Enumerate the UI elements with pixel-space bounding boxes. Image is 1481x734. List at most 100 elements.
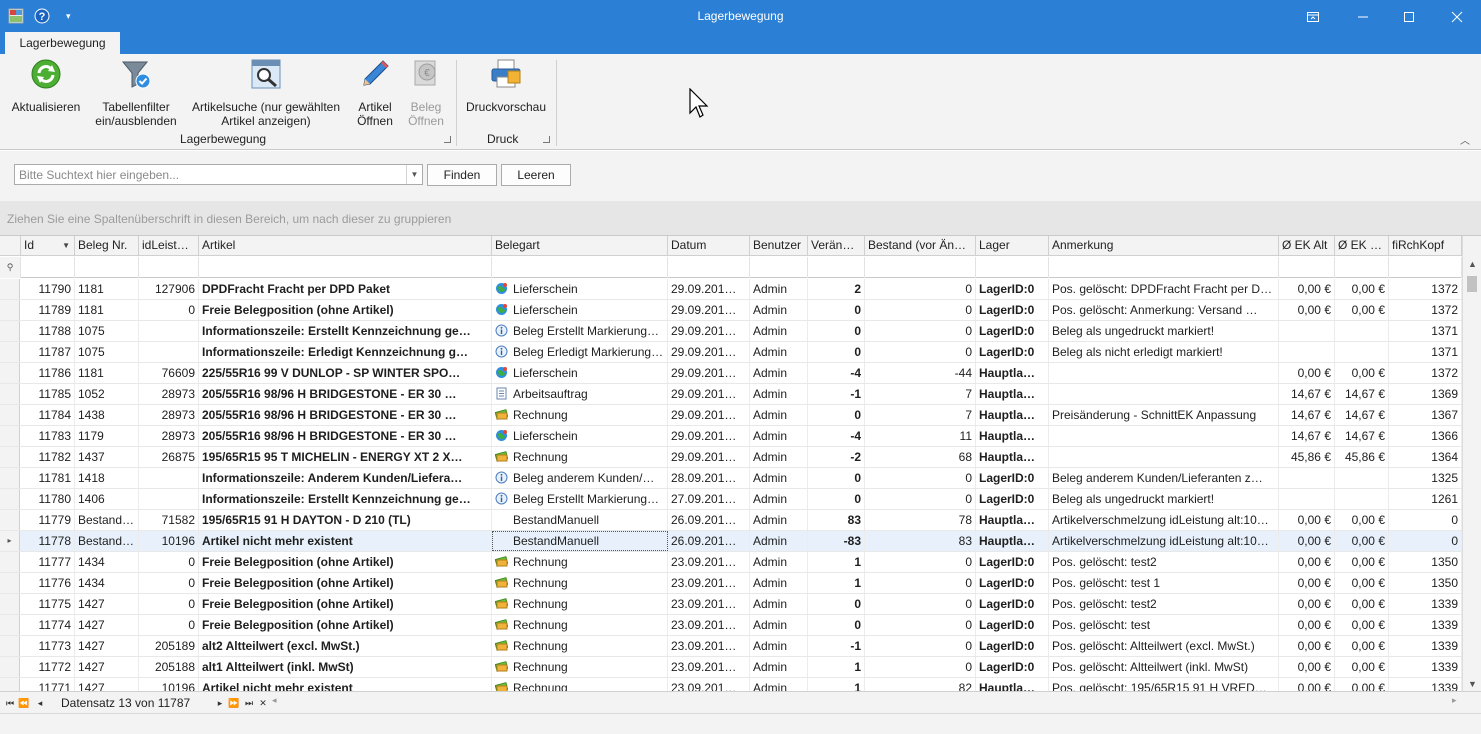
- cell-datum[interactable]: 29.09.201…: [668, 405, 750, 425]
- cell-id[interactable]: 11790: [21, 279, 75, 299]
- nav-next-icon[interactable]: ▸: [213, 695, 227, 711]
- cell-bestand[interactable]: 7: [865, 405, 976, 425]
- scroll-thumb[interactable]: [1467, 276, 1477, 292]
- cell-artikel[interactable]: 205/55R16 98/96 H BRIDGESTONE - ER 30 …: [199, 384, 492, 404]
- table-row[interactable]: 11781 1418 Informationszeile: Anderem Kund…: [0, 468, 1462, 489]
- cell-benutzer[interactable]: Admin: [750, 552, 808, 572]
- row-indicator[interactable]: [0, 342, 20, 362]
- find-button[interactable]: Finden: [427, 164, 497, 186]
- row-indicator[interactable]: [0, 300, 20, 320]
- cell-ek[interactable]: [1335, 468, 1389, 488]
- row-indicator[interactable]: [0, 447, 20, 467]
- cell-ek-alt[interactable]: 14,67 €: [1279, 426, 1335, 446]
- cell-beleg-nr[interactable]: 1427: [75, 636, 139, 656]
- cell-bestand[interactable]: 78: [865, 510, 976, 530]
- header-col-beleg-nr[interactable]: Beleg Nr.: [75, 236, 139, 256]
- clear-button[interactable]: Leeren: [501, 164, 571, 186]
- cell-bestand[interactable]: 0: [865, 594, 976, 614]
- cell-benutzer[interactable]: Admin: [750, 447, 808, 467]
- cell-id[interactable]: 11781: [21, 468, 75, 488]
- cell-veraenderung[interactable]: 1: [808, 573, 865, 593]
- table-row[interactable]: 11773 1427 205189 alt2 Altteilwert (excl. M…: [0, 636, 1462, 657]
- cell-beleg-nr[interactable]: Bestand…: [75, 531, 139, 551]
- header-col-benutzer[interactable]: Benutzer: [750, 236, 808, 256]
- cell-beleg-nr[interactable]: 1181: [75, 279, 139, 299]
- row-indicator[interactable]: [0, 468, 20, 488]
- cell-idleistung[interactable]: 28973: [139, 384, 199, 404]
- cell-idleistung[interactable]: [139, 342, 199, 362]
- cell-ek[interactable]: 0,00 €: [1335, 552, 1389, 572]
- cell-artikel[interactable]: 205/55R16 98/96 H BRIDGESTONE - ER 30 …: [199, 405, 492, 425]
- cell-veraenderung[interactable]: 0: [808, 342, 865, 362]
- cell-ek-alt[interactable]: 0,00 €: [1279, 636, 1335, 656]
- cell-lager[interactable]: Hauptla…: [976, 363, 1049, 383]
- cell-firchkopf[interactable]: 1339: [1389, 636, 1462, 656]
- cell-artikel[interactable]: 195/65R15 95 T MICHELIN - ENERGY XT 2 X…: [199, 447, 492, 467]
- cell-idleistung[interactable]: 0: [139, 594, 199, 614]
- cell-datum[interactable]: 28.09.201…: [668, 468, 750, 488]
- header-col-bestand[interactable]: Bestand (vor Än…: [865, 236, 976, 256]
- cell-firchkopf[interactable]: 1364: [1389, 447, 1462, 467]
- header-col-artikel[interactable]: Artikel: [199, 236, 492, 256]
- cell-lager[interactable]: Hauptla…: [976, 510, 1049, 530]
- cell-id[interactable]: 11776: [21, 573, 75, 593]
- cell-id[interactable]: 11773: [21, 636, 75, 656]
- cell-anmerkung[interactable]: [1049, 426, 1279, 446]
- cell-lager[interactable]: Hauptla…: [976, 531, 1049, 551]
- cell-firchkopf[interactable]: 1369: [1389, 384, 1462, 404]
- collapse-ribbon-icon[interactable]: ︿: [1460, 132, 1470, 147]
- cell-veraenderung[interactable]: 1: [808, 657, 865, 677]
- cell-belegart[interactable]: BestandManuell: [492, 510, 668, 530]
- cell-ek-alt[interactable]: 0,00 €: [1279, 594, 1335, 614]
- cell-anmerkung[interactable]: Pos. gelöscht: test: [1049, 615, 1279, 635]
- cell-firchkopf[interactable]: 1372: [1389, 363, 1462, 383]
- cell-idleistung[interactable]: 10196: [139, 531, 199, 551]
- cell-bestand[interactable]: -44: [865, 363, 976, 383]
- cell-id[interactable]: 11774: [21, 615, 75, 635]
- filter-cell[interactable]: [75, 257, 139, 278]
- table-row[interactable]: 11785 1052 28973 205/55R16 98/96 H BRIDGEST…: [0, 384, 1462, 405]
- row-indicator[interactable]: [0, 615, 20, 635]
- table-row[interactable]: 11776 1434 0 Freie Belegposition (ohne Arti…: [0, 573, 1462, 594]
- cell-ek-alt[interactable]: [1279, 321, 1335, 341]
- cell-idleistung[interactable]: [139, 468, 199, 488]
- cell-benutzer[interactable]: Admin: [750, 363, 808, 383]
- table-row[interactable]: 11779 Bestand… 71582 195/65R15 91 H DAYTON …: [0, 510, 1462, 531]
- cell-ek[interactable]: 0,00 €: [1335, 300, 1389, 320]
- cell-id[interactable]: 11778: [21, 531, 75, 551]
- row-indicator[interactable]: [0, 363, 20, 383]
- cell-id[interactable]: 11777: [21, 552, 75, 572]
- cell-benutzer[interactable]: Admin: [750, 573, 808, 593]
- cell-belegart[interactable]: Arbeitsauftrag: [492, 384, 668, 404]
- cell-veraenderung[interactable]: -1: [808, 384, 865, 404]
- table-row[interactable]: 11777 1434 0 Freie Belegposition (ohne Arti…: [0, 552, 1462, 573]
- cell-bestand[interactable]: 0: [865, 657, 976, 677]
- table-row[interactable]: 11774 1427 0 Freie Belegposition (ohne Arti…: [0, 615, 1462, 636]
- cell-anmerkung[interactable]: Pos. gelöscht: test 1: [1049, 573, 1279, 593]
- cell-lager[interactable]: Hauptla…: [976, 405, 1049, 425]
- cell-veraenderung[interactable]: 1: [808, 678, 865, 692]
- group-launcher-icon[interactable]: [543, 136, 550, 143]
- cell-veraenderung[interactable]: -83: [808, 531, 865, 551]
- cell-beleg-nr[interactable]: 1427: [75, 594, 139, 614]
- cell-beleg-nr[interactable]: 1434: [75, 552, 139, 572]
- cell-benutzer[interactable]: Admin: [750, 510, 808, 530]
- cell-anmerkung[interactable]: Pos. gelöscht: 195/65R15 91 H VRED…: [1049, 678, 1279, 692]
- open-article-button[interactable]: Artikel Öffnen: [353, 58, 397, 128]
- cell-datum[interactable]: 26.09.201…: [668, 510, 750, 530]
- cell-bestand[interactable]: 82: [865, 678, 976, 692]
- cell-anmerkung[interactable]: Pos. gelöscht: test2: [1049, 552, 1279, 572]
- cell-benutzer[interactable]: Admin: [750, 426, 808, 446]
- cell-belegart[interactable]: Rechnung: [492, 678, 668, 692]
- cell-benutzer[interactable]: Admin: [750, 678, 808, 692]
- cell-veraenderung[interactable]: 0: [808, 300, 865, 320]
- cell-bestand[interactable]: 68: [865, 447, 976, 467]
- cell-datum[interactable]: 29.09.201…: [668, 321, 750, 341]
- nav-first-icon[interactable]: ⏮: [3, 695, 17, 711]
- table-row[interactable]: 11786 1181 76609 225/55R16 99 V DUNLOP - SP…: [0, 363, 1462, 384]
- cell-firchkopf[interactable]: 1261: [1389, 489, 1462, 509]
- print-preview-button[interactable]: Druckvorschau: [464, 58, 548, 114]
- cell-anmerkung[interactable]: Pos. gelöscht: Altteilwert (inkl. MwSt): [1049, 657, 1279, 677]
- cell-ek[interactable]: 0,00 €: [1335, 594, 1389, 614]
- cell-datum[interactable]: 29.09.201…: [668, 384, 750, 404]
